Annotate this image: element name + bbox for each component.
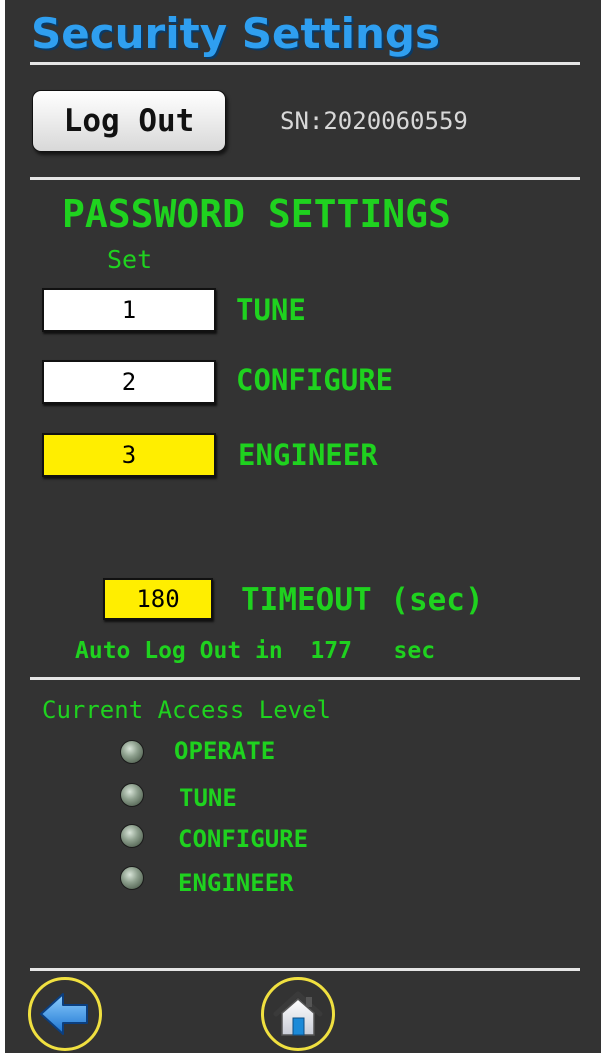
auto-logout-prefix: Auto Log Out in — [75, 638, 283, 664]
tune-indicator-led — [120, 783, 144, 807]
logout-button[interactable]: Log Out — [32, 90, 226, 152]
operate-indicator-led — [120, 740, 144, 764]
access-level-operate: OPERATE — [174, 737, 276, 765]
set-column-label: Set — [107, 245, 153, 274]
access-level-configure: CONFIGURE — [178, 825, 309, 853]
engineer-indicator-led — [120, 866, 144, 890]
footer-divider — [30, 968, 580, 971]
current-access-title: Current Access Level — [42, 696, 331, 724]
engineer-password-field[interactable]: 3 — [42, 433, 216, 477]
timeout-label: TIMEOUT (sec) — [241, 582, 484, 618]
tune-password-field[interactable]: 1 — [42, 288, 216, 332]
header-divider — [30, 177, 580, 180]
configure-password-field[interactable]: 2 — [42, 360, 216, 404]
home-icon — [273, 991, 323, 1036]
engineer-password-label: ENGINEER — [238, 438, 378, 472]
password-settings-heading: PASSWORD SETTINGS — [62, 192, 451, 236]
configure-indicator-led — [120, 824, 144, 848]
access-level-engineer: ENGINEER — [178, 869, 294, 897]
timeout-field[interactable]: 180 — [103, 578, 213, 620]
auto-logout-unit: sec — [393, 638, 436, 664]
auto-logout-remaining: 177 — [310, 638, 352, 664]
tune-password-label: TUNE — [236, 293, 306, 327]
home-button[interactable] — [261, 977, 335, 1051]
back-arrow-icon — [40, 993, 88, 1035]
serial-number: SN:2020060559 — [280, 107, 468, 135]
page-title: Security Settings — [31, 9, 440, 58]
security-settings-screen: Security Settings Log Out SN:2020060559 … — [5, 0, 601, 1053]
access-level-tune: TUNE — [179, 784, 237, 812]
access-divider — [30, 677, 580, 680]
title-divider — [30, 62, 580, 65]
auto-logout-countdown: Auto Log Out in 177 sec — [75, 635, 435, 667]
back-button[interactable] — [28, 977, 102, 1051]
configure-password-label: CONFIGURE — [236, 363, 394, 397]
